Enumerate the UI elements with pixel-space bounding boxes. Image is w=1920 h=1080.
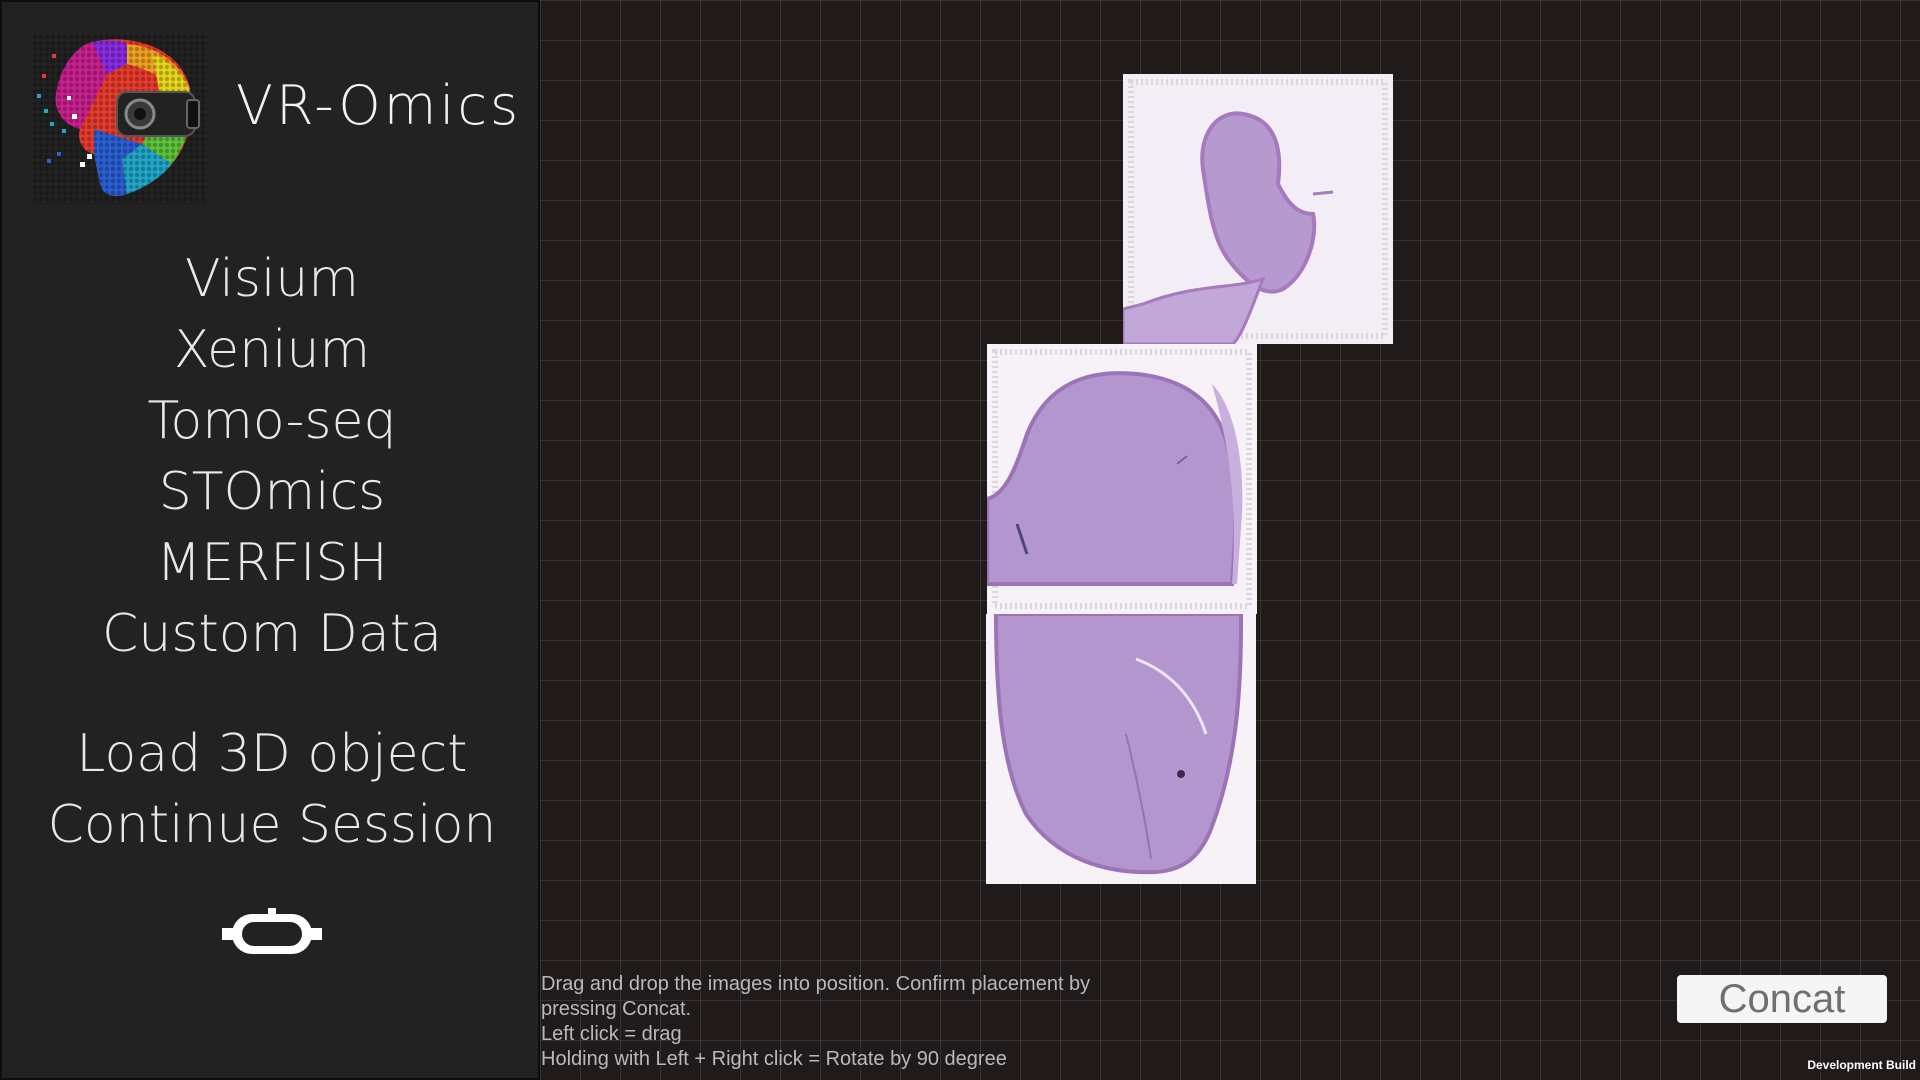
menu-item-xenium[interactable]: Xenium — [2, 315, 542, 386]
instruction-line: Drag and drop the images into position. … — [541, 973, 1091, 995]
instructions-text: Drag and drop the images into position. … — [541, 972, 1161, 1072]
vr-headset-icon[interactable] — [218, 906, 326, 960]
instruction-line: Holding with Left + Right click = Rotate… — [541, 1048, 1007, 1070]
instruction-line: Left click = drag — [541, 1023, 682, 1045]
menu-item-merfish[interactable]: MERFISH — [2, 528, 542, 599]
development-build-label: Development Build — [1807, 1058, 1916, 1072]
vr-omics-logo — [32, 34, 207, 204]
app-title: VR-Omics — [236, 74, 522, 137]
continue-session-button[interactable]: Continue Session — [2, 790, 542, 861]
menu-item-tomo-seq[interactable]: Tomo-seq — [2, 386, 542, 457]
session-menu: Load 3D object Continue Session — [2, 719, 542, 861]
data-type-menu: Visium Xenium Tomo-seq STOmics MERFISH C… — [2, 244, 542, 670]
image-alignment-workspace: Drag and drop the images into position. … — [540, 0, 1920, 1080]
load-3d-object-button[interactable]: Load 3D object — [2, 719, 542, 790]
instruction-line: pressing Concat. — [541, 998, 692, 1020]
tissue-section-1[interactable] — [1123, 74, 1393, 344]
tissue-section-3[interactable] — [986, 614, 1256, 884]
menu-item-stomics[interactable]: STOmics — [2, 457, 542, 528]
menu-item-custom-data[interactable]: Custom Data — [2, 599, 542, 670]
sidebar: VR-Omics Visium Xenium Tomo-seq STOmics … — [0, 0, 540, 1080]
tissue-section-2[interactable] — [987, 344, 1257, 614]
menu-item-visium[interactable]: Visium — [2, 244, 542, 315]
concat-button[interactable]: Concat — [1677, 975, 1887, 1023]
